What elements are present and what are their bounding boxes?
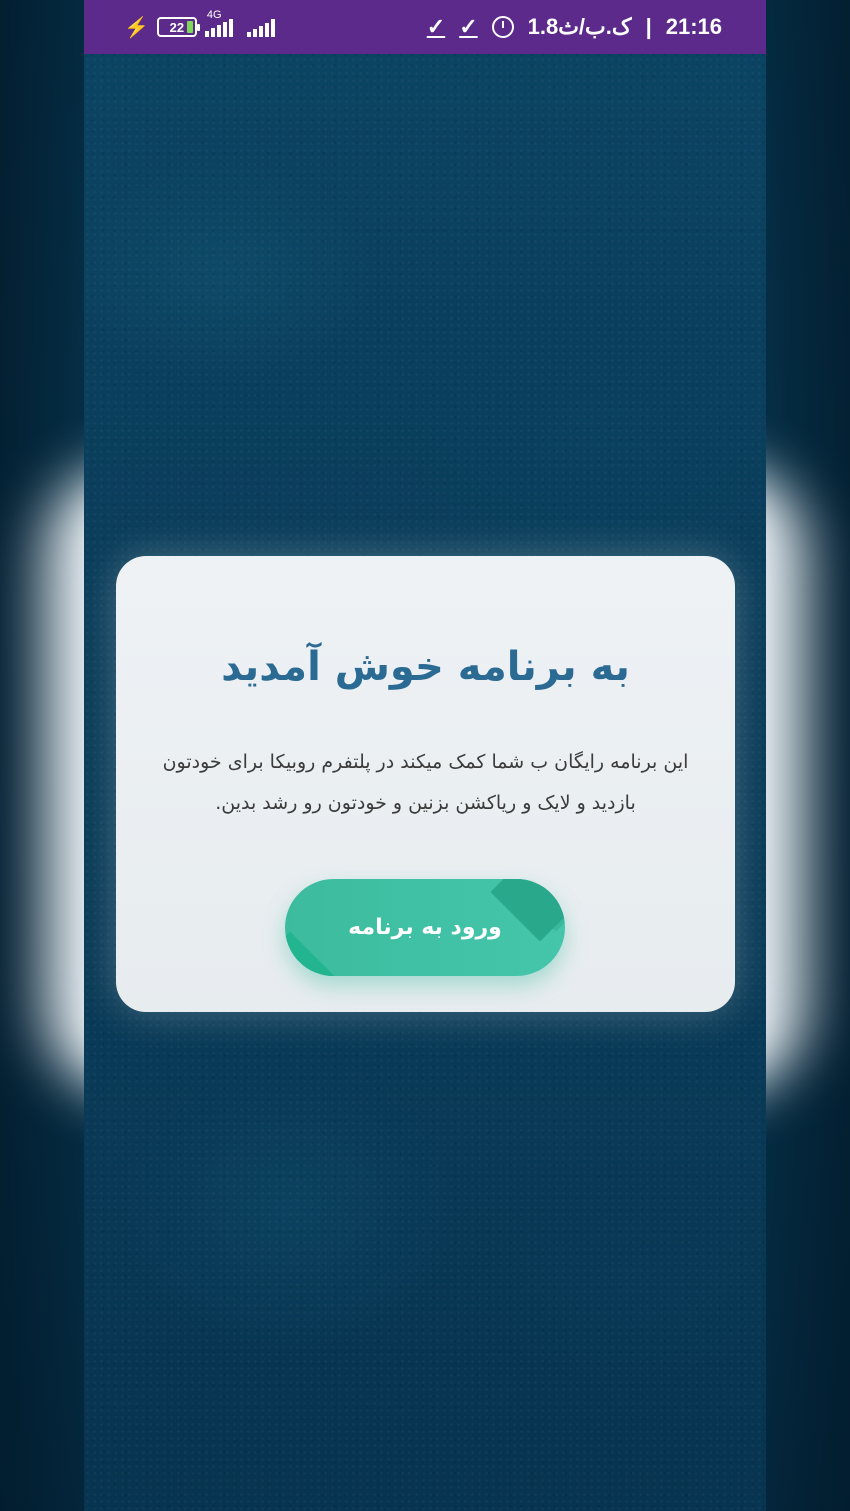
welcome-title: به برنامه خوش آمدید: [221, 644, 630, 690]
network-type: 4G: [206, 9, 222, 21]
status-bar: ⚡ 22 4G ✓ ✓ 1.8ک.ب/ث | 21:16: [84, 0, 766, 54]
enter-app-button[interactable]: ورود به برنامه: [285, 879, 565, 976]
button-decoration: [285, 931, 340, 976]
battery-fill: [186, 21, 193, 33]
enter-app-button-label: ورود به برنامه: [348, 915, 502, 940]
clock: 21:16: [665, 14, 722, 39]
welcome-description: این برنامه رایگان ب شما کمک میکند در پلت…: [162, 751, 689, 814]
left-backdrop: [0, 0, 84, 1511]
screenshot-frame: ⚡ 22 4G ✓ ✓ 1.8ک.ب/ث | 21:16 به برنامه خ…: [0, 0, 850, 1511]
right-backdrop: [766, 0, 850, 1511]
signal-icon: [246, 17, 275, 37]
alarm-icon: [491, 16, 514, 38]
status-bar-left: ⚡ 22 4G: [124, 9, 275, 40]
charging-icon: ⚡: [124, 16, 149, 39]
phone-screen: ⚡ 22 4G ✓ ✓ 1.8ک.ب/ث | 21:16 به برنامه خ…: [84, 0, 766, 1511]
battery-level: 22: [169, 19, 185, 35]
status-separator: |: [645, 14, 652, 39]
check-icon: ✓: [426, 14, 446, 39]
status-bar-right: ✓ ✓ 1.8ک.ب/ث | 21:16: [427, 14, 722, 40]
welcome-card: به برنامه خوش آمدید این برنامه رایگان ب …: [116, 556, 735, 1012]
signal-4g-icon: 4G: [204, 9, 233, 37]
check-icon: ✓: [459, 14, 478, 39]
data-speed: 1.8ک.ب/ث: [527, 14, 632, 39]
battery-icon: 22: [156, 17, 200, 37]
